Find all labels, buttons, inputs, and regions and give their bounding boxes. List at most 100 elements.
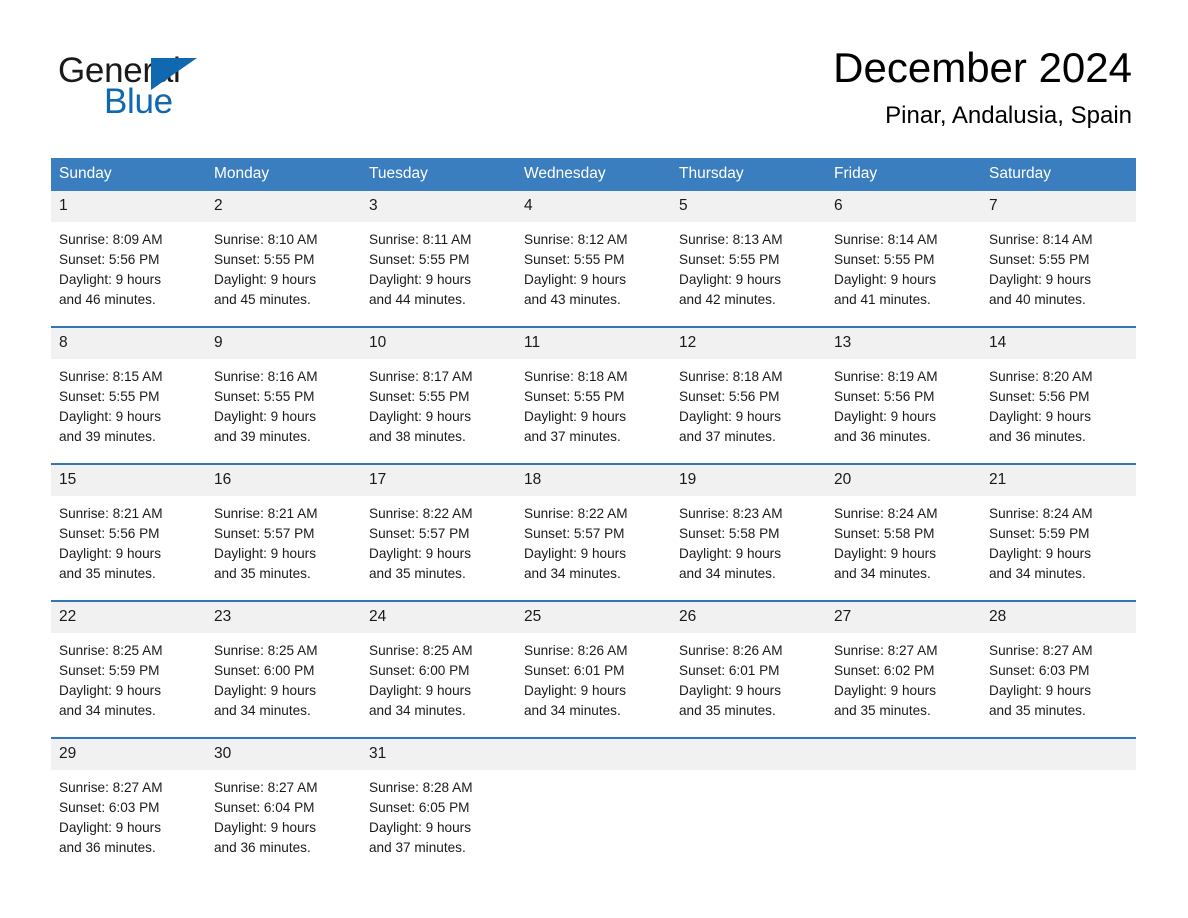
calendar-day-cell[interactable]: 20 Sunrise: 8:24 AM Sunset: 5:58 PM Dayligh… <box>826 463 981 601</box>
calendar-day-cell[interactable]: 16 Sunrise: 8:21 AM Sunset: 5:57 PM Dayligh… <box>206 463 361 601</box>
calendar-day-cell[interactable]: 7 Sunrise: 8:14 AM Sunset: 5:55 PM Daylight… <box>981 191 1136 327</box>
sunrise-time: Sunrise: 8:24 AM <box>834 506 938 521</box>
day-number: 13 <box>826 328 981 359</box>
sunset-time: Sunset: 5:55 PM <box>369 252 470 267</box>
calendar-day-cell[interactable]: 12 Sunrise: 8:18 AM Sunset: 5:56 PM Dayligh… <box>671 326 826 464</box>
sunset-time: Sunset: 6:01 PM <box>524 663 625 678</box>
calendar-day-cell[interactable]: 3 Sunrise: 8:11 AM Sunset: 5:55 PM Daylight… <box>361 191 516 327</box>
day-number: 1 <box>51 191 206 222</box>
daylight-duration-line1: Daylight: 9 hours <box>59 409 162 424</box>
daylight-duration-line1: Daylight: 9 hours <box>214 683 317 698</box>
calendar-day-cell[interactable]: 30 Sunrise: 8:27 AM Sunset: 6:04 PM Dayligh… <box>206 737 361 874</box>
calendar-day-cell[interactable]: 14 Sunrise: 8:20 AM Sunset: 5:56 PM Dayligh… <box>981 326 1136 464</box>
sunset-time: Sunset: 5:57 PM <box>214 526 315 541</box>
calendar-day-cell[interactable]: 13 Sunrise: 8:19 AM Sunset: 5:56 PM Dayligh… <box>826 326 981 464</box>
calendar-day-cell[interactable]: 18 Sunrise: 8:22 AM Sunset: 5:57 PM Dayligh… <box>516 463 671 601</box>
daylight-duration-line1: Daylight: 9 hours <box>59 683 162 698</box>
calendar-day-cell[interactable]: 8 Sunrise: 8:15 AM Sunset: 5:55 PM Daylight… <box>51 326 206 464</box>
calendar-day-cell[interactable]: 1 Sunrise: 8:09 AM Sunset: 5:56 PM Daylight… <box>51 191 206 327</box>
day-details: Sunrise: 8:18 AM Sunset: 5:55 PM Daylight:… <box>516 359 671 463</box>
daylight-duration-line2: and 40 minutes. <box>989 292 1086 307</box>
calendar-day-cell[interactable]: 22 Sunrise: 8:25 AM Sunset: 5:59 PM Dayligh… <box>51 600 206 738</box>
daylight-duration-line1: Daylight: 9 hours <box>369 546 472 561</box>
daylight-duration-line1: Daylight: 9 hours <box>369 272 472 287</box>
day-details: Sunrise: 8:20 AM Sunset: 5:56 PM Daylight:… <box>981 359 1136 463</box>
calendar-day-cell[interactable]: 4 Sunrise: 8:12 AM Sunset: 5:55 PM Daylight… <box>516 191 671 327</box>
sunset-time: Sunset: 6:02 PM <box>834 663 935 678</box>
day-number: 30 <box>206 739 361 770</box>
calendar-day-cell[interactable]: 19 Sunrise: 8:23 AM Sunset: 5:58 PM Dayligh… <box>671 463 826 601</box>
daylight-duration-line1: Daylight: 9 hours <box>524 272 627 287</box>
day-details: Sunrise: 8:24 AM Sunset: 5:58 PM Daylight:… <box>826 496 981 600</box>
calendar-day-cell[interactable]: 2 Sunrise: 8:10 AM Sunset: 5:55 PM Daylight… <box>206 191 361 327</box>
day-number: 15 <box>51 465 206 496</box>
calendar-day-cell[interactable]: 23 Sunrise: 8:25 AM Sunset: 6:00 PM Dayligh… <box>206 600 361 738</box>
sunrise-time: Sunrise: 8:26 AM <box>524 643 628 658</box>
calendar-day-cell[interactable]: 5 Sunrise: 8:13 AM Sunset: 5:55 PM Daylight… <box>671 191 826 327</box>
sunrise-time: Sunrise: 8:10 AM <box>214 232 318 247</box>
weekday-header-wednesday: Wednesday <box>516 158 671 191</box>
daylight-duration-line1: Daylight: 9 hours <box>369 409 472 424</box>
day-details: Sunrise: 8:26 AM Sunset: 6:01 PM Daylight:… <box>671 633 826 737</box>
daylight-duration-line2: and 34 minutes. <box>834 566 931 581</box>
day-details <box>826 770 981 874</box>
sunrise-time: Sunrise: 8:15 AM <box>59 369 163 384</box>
daylight-duration-line1: Daylight: 9 hours <box>214 409 317 424</box>
day-details: Sunrise: 8:27 AM Sunset: 6:03 PM Daylight:… <box>981 633 1136 737</box>
calendar-day-cell[interactable]: 28 Sunrise: 8:27 AM Sunset: 6:03 PM Dayligh… <box>981 600 1136 738</box>
daylight-duration-line2: and 36 minutes. <box>59 840 156 855</box>
calendar-day-cell[interactable]: 9 Sunrise: 8:16 AM Sunset: 5:55 PM Daylight… <box>206 326 361 464</box>
sunset-time: Sunset: 6:05 PM <box>369 800 470 815</box>
day-details: Sunrise: 8:16 AM Sunset: 5:55 PM Daylight:… <box>206 359 361 463</box>
sunrise-time: Sunrise: 8:14 AM <box>989 232 1093 247</box>
calendar-day-cell[interactable]: 10 Sunrise: 8:17 AM Sunset: 5:55 PM Dayligh… <box>361 326 516 464</box>
calendar-day-cell[interactable]: 27 Sunrise: 8:27 AM Sunset: 6:02 PM Dayligh… <box>826 600 981 738</box>
day-number <box>981 739 1136 770</box>
day-number: 2 <box>206 191 361 222</box>
daylight-duration-line2: and 37 minutes. <box>524 429 621 444</box>
day-number: 29 <box>51 739 206 770</box>
sunset-time: Sunset: 5:55 PM <box>59 389 160 404</box>
sunrise-time: Sunrise: 8:24 AM <box>989 506 1093 521</box>
sunset-time: Sunset: 5:58 PM <box>834 526 935 541</box>
day-details: Sunrise: 8:25 AM Sunset: 5:59 PM Daylight:… <box>51 633 206 737</box>
calendar-day-cell[interactable]: 24 Sunrise: 8:25 AM Sunset: 6:00 PM Dayligh… <box>361 600 516 738</box>
daylight-duration-line2: and 36 minutes. <box>214 840 311 855</box>
daylight-duration-line2: and 36 minutes. <box>834 429 931 444</box>
sunrise-time: Sunrise: 8:19 AM <box>834 369 938 384</box>
calendar-day-cell[interactable]: 31 Sunrise: 8:28 AM Sunset: 6:05 PM Dayligh… <box>361 737 516 874</box>
page-title: December 2024 <box>833 44 1132 91</box>
day-number: 27 <box>826 602 981 633</box>
calendar-day-cell[interactable]: 11 Sunrise: 8:18 AM Sunset: 5:55 PM Dayligh… <box>516 326 671 464</box>
sunset-time: Sunset: 5:55 PM <box>524 252 625 267</box>
day-number: 25 <box>516 602 671 633</box>
daylight-duration-line2: and 34 minutes. <box>214 703 311 718</box>
daylight-duration-line1: Daylight: 9 hours <box>214 546 317 561</box>
day-details: Sunrise: 8:25 AM Sunset: 6:00 PM Daylight:… <box>206 633 361 737</box>
daylight-duration-line2: and 34 minutes. <box>679 566 776 581</box>
sunset-time: Sunset: 5:55 PM <box>834 252 935 267</box>
calendar-day-cell[interactable]: 25 Sunrise: 8:26 AM Sunset: 6:01 PM Dayligh… <box>516 600 671 738</box>
calendar-day-cell[interactable]: 6 Sunrise: 8:14 AM Sunset: 5:55 PM Daylight… <box>826 191 981 327</box>
sunset-time: Sunset: 5:56 PM <box>59 526 160 541</box>
calendar-day-cell[interactable]: 29 Sunrise: 8:27 AM Sunset: 6:03 PM Dayligh… <box>51 737 206 874</box>
daylight-duration-line2: and 38 minutes. <box>369 429 466 444</box>
calendar-day-cell[interactable]: 15 Sunrise: 8:21 AM Sunset: 5:56 PM Dayligh… <box>51 463 206 601</box>
calendar-page: General Blue December 2024 Pinar, Andalu… <box>0 0 1188 918</box>
weekday-header-sunday: Sunday <box>51 158 206 191</box>
daylight-duration-line1: Daylight: 9 hours <box>989 272 1092 287</box>
daylight-duration-line2: and 34 minutes. <box>59 703 156 718</box>
day-number: 4 <box>516 191 671 222</box>
calendar-day-cell[interactable]: 26 Sunrise: 8:26 AM Sunset: 6:01 PM Dayligh… <box>671 600 826 738</box>
calendar-day-cell[interactable]: 17 Sunrise: 8:22 AM Sunset: 5:57 PM Dayligh… <box>361 463 516 601</box>
day-number: 3 <box>361 191 516 222</box>
calendar-day-cell[interactable]: 21 Sunrise: 8:24 AM Sunset: 5:59 PM Dayligh… <box>981 463 1136 601</box>
sunrise-time: Sunrise: 8:22 AM <box>369 506 473 521</box>
day-number: 8 <box>51 328 206 359</box>
sunrise-time: Sunrise: 8:12 AM <box>524 232 628 247</box>
sunset-time: Sunset: 5:56 PM <box>679 389 780 404</box>
sunrise-time: Sunrise: 8:18 AM <box>524 369 628 384</box>
sunrise-time: Sunrise: 8:27 AM <box>214 780 318 795</box>
daylight-duration-line1: Daylight: 9 hours <box>679 409 782 424</box>
logo-text-blue: Blue <box>104 82 173 121</box>
